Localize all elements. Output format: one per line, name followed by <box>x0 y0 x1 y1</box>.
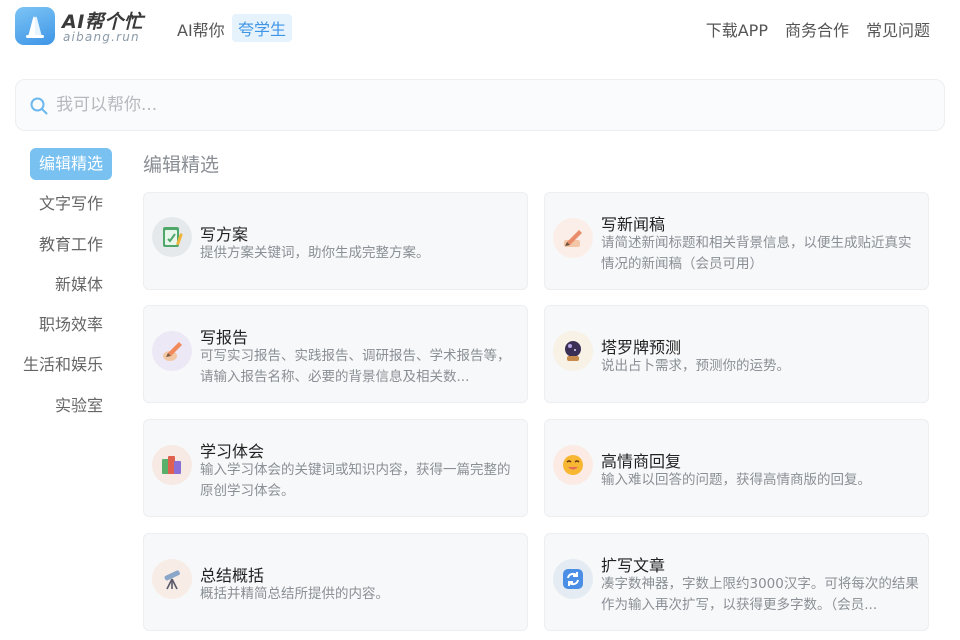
card-write-report[interactable]: 写报告 可写实习报告、实践报告、调研报告、学术报告等，请输入报告名称、必要的背景… <box>143 305 528 403</box>
card-title: 学习体会 <box>200 442 265 461</box>
header: AI帮个忙 aibang.run AI帮你 夸学生 下载APP 商务合作 常见问… <box>0 0 960 54</box>
sidebar-item-editor-picks[interactable]: 编辑精选 <box>29 148 112 180</box>
pencil-hand-icon <box>152 331 192 371</box>
card-description: 提供方案关键词，助你生成完整方案。 <box>200 245 430 261</box>
card-write-press-release[interactable]: 写新闻稿 请简述新闻标题和相关背景信息，以便生成贴近真实情况的新闻稿（会员可用） <box>544 192 929 290</box>
card-description: 凑字数神器，字数上限约3000汉字。可将每次的结果作为输入再次扩写，以获得更多字… <box>601 576 919 613</box>
telescope-icon <box>152 559 192 599</box>
brand-subtitle: aibang.run <box>63 30 140 44</box>
card-description: 可写实习报告、实践报告、调研报告、学术报告等，请输入报告名称、必要的背景信息及相… <box>200 348 511 385</box>
clipboard-pen-icon <box>152 217 192 257</box>
sidebar-item-lab[interactable]: 实验室 <box>46 390 112 422</box>
card-description: 输入难以回答的问题，获得高情商版的回复。 <box>601 472 871 488</box>
card-tarot-prediction[interactable]: 塔罗牌预测 说出占卜需求，预测你的运势。 <box>544 305 929 403</box>
sidebar-item-new-media[interactable]: 新媒体 <box>46 269 112 301</box>
slogan-tag: 夸学生 <box>232 14 293 42</box>
card-summarize[interactable]: 总结概括 概括并精简总结所提供的内容。 <box>143 533 528 631</box>
card-description: 概括并精简总结所提供的内容。 <box>200 586 389 602</box>
refresh-expand-icon <box>553 559 593 599</box>
pen-writing-icon <box>553 218 593 258</box>
search-bar <box>15 79 945 131</box>
smile-emoji-icon <box>553 445 593 485</box>
card-title: 扩写文章 <box>601 556 666 575</box>
section-title: 编辑精选 <box>143 154 220 176</box>
card-learning-reflection[interactable]: 学习体会 输入学习体会的关键词或知识内容，获得一篇完整的原创学习体会。 <box>143 419 528 517</box>
search-input[interactable] <box>56 90 916 120</box>
card-title: 写报告 <box>200 328 249 347</box>
books-icon <box>152 445 192 485</box>
slogan: AI帮你 <box>177 21 225 40</box>
top-nav: 下载APP 商务合作 常见问题 <box>706 17 930 41</box>
card-title: 塔罗牌预测 <box>601 338 682 357</box>
crystal-ball-icon <box>553 331 593 371</box>
card-title: 写方案 <box>200 225 249 244</box>
logo-icon[interactable] <box>15 7 55 45</box>
nav-business[interactable]: 商务合作 <box>785 17 849 41</box>
card-write-proposal[interactable]: 写方案 提供方案关键词，助你生成完整方案。 <box>143 192 528 290</box>
search-icon <box>30 97 48 115</box>
card-high-eq-reply[interactable]: 高情商回复 输入难以回答的问题，获得高情商版的回复。 <box>544 419 929 517</box>
card-description: 说出占卜需求，预测你的运势。 <box>601 358 790 374</box>
nav-faq[interactable]: 常见问题 <box>866 17 930 41</box>
card-title: 高情商回复 <box>601 452 682 471</box>
nav-download-app[interactable]: 下载APP <box>706 17 768 41</box>
card-description: 输入学习体会的关键词或知识内容，获得一篇完整的原创学习体会。 <box>200 462 511 499</box>
card-title: 写新闻稿 <box>601 215 666 234</box>
sidebar-item-workplace[interactable]: 职场效率 <box>30 309 112 341</box>
card-description: 请简述新闻标题和相关背景信息，以便生成贴近真实情况的新闻稿（会员可用） <box>601 235 912 272</box>
sidebar-item-education[interactable]: 教育工作 <box>30 229 112 261</box>
card-expand-article[interactable]: 扩写文章 凑字数神器，字数上限约3000汉字。可将每次的结果作为输入再次扩写，以… <box>544 533 929 631</box>
sidebar-item-writing[interactable]: 文字写作 <box>30 188 112 220</box>
sidebar-item-life-entertainment[interactable]: 生活和娱乐 <box>14 349 112 381</box>
card-title: 总结概括 <box>200 566 265 585</box>
